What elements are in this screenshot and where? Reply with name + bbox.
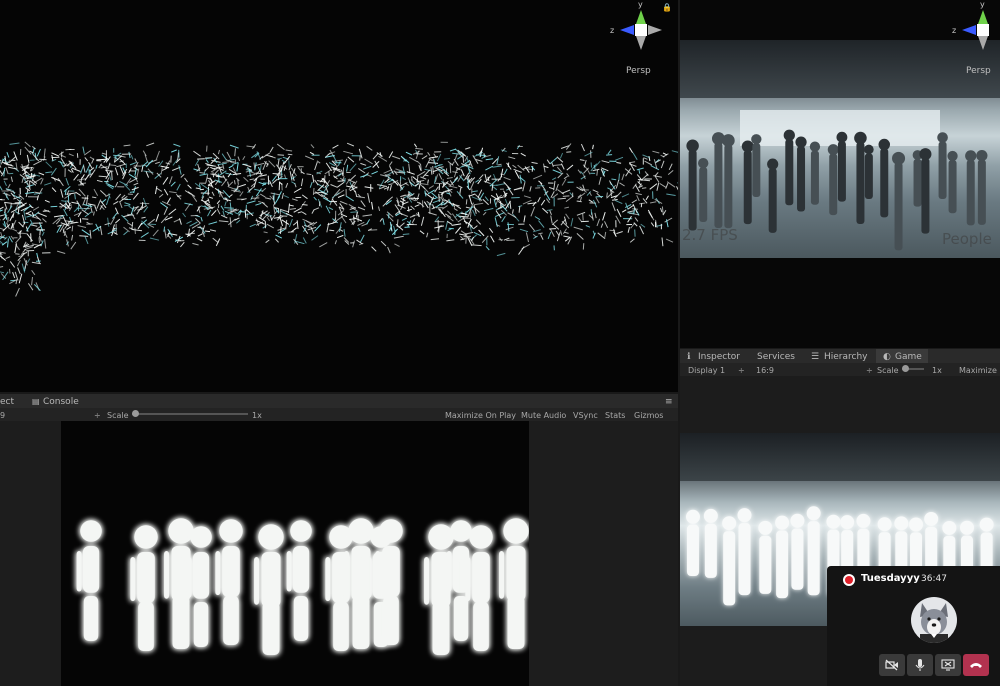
avatar bbox=[911, 597, 957, 643]
call-timer: 36:47 bbox=[921, 574, 947, 584]
scale-label-right: Scale bbox=[877, 366, 899, 375]
call-widget[interactable]: Tuesdayyy 36:47 bbox=[827, 566, 1000, 686]
tab-services[interactable]: Services bbox=[757, 352, 795, 362]
end-call-icon bbox=[970, 663, 982, 668]
gizmo-z-label: z bbox=[610, 26, 615, 35]
mute-audio-button[interactable]: Mute Audio bbox=[521, 411, 566, 420]
list-icon: ☰ bbox=[811, 352, 820, 362]
glowing-figures bbox=[76, 518, 529, 655]
call-title: Tuesdayyy bbox=[861, 573, 920, 584]
recording-indicator bbox=[843, 574, 855, 586]
tab-console[interactable]: Console bbox=[43, 397, 79, 407]
scale-slider[interactable] bbox=[132, 410, 248, 417]
dropdown-arrow-icon: ÷ bbox=[94, 411, 101, 420]
orientation-gizmo-right[interactable]: y z bbox=[950, 0, 1000, 60]
microphone-button[interactable] bbox=[907, 654, 933, 676]
video-off-button[interactable] bbox=[879, 654, 905, 676]
video-plane: 2.7 FPS People bbox=[680, 40, 1000, 258]
maximize-on-play-button[interactable]: Maximize On Play bbox=[445, 411, 516, 420]
vsync-button[interactable]: VSync bbox=[573, 411, 598, 420]
aspect-dropdown-right[interactable]: 16:9 bbox=[756, 366, 774, 375]
gizmo-y-label: y bbox=[638, 0, 643, 9]
gizmo-y-label-right: y bbox=[980, 0, 985, 9]
stats-button[interactable]: Stats bbox=[605, 411, 625, 420]
end-call-button[interactable] bbox=[963, 654, 989, 676]
wolf-avatar-icon bbox=[920, 603, 948, 643]
scene-view-right[interactable]: 2.7 FPS People y z Persp bbox=[680, 0, 1000, 348]
scale-slider-right[interactable] bbox=[902, 365, 924, 372]
gizmos-button[interactable]: Gizmos bbox=[634, 411, 663, 420]
particle-figures bbox=[0, 141, 678, 297]
tab-inspector[interactable]: Inspector bbox=[698, 352, 740, 362]
scale-label: Scale bbox=[107, 411, 129, 420]
maximize-button-right[interactable]: Maximize bbox=[959, 366, 997, 375]
dropdown-arrow-icon: ÷ bbox=[866, 366, 873, 375]
game-view-left[interactable] bbox=[61, 421, 529, 686]
aspect-dropdown[interactable]: 9 bbox=[0, 411, 5, 420]
lock-icon[interactable]: 🔒 bbox=[662, 3, 672, 12]
info-icon: ℹ bbox=[687, 352, 691, 362]
gizmo-z-label-right: z bbox=[952, 26, 957, 35]
recording-dot bbox=[845, 576, 853, 584]
scale-value: 1x bbox=[252, 411, 262, 420]
share-screen-icon bbox=[941, 659, 955, 671]
scale-slider-thumb[interactable] bbox=[132, 410, 139, 417]
panel-menu-icon[interactable]: ≡ bbox=[665, 397, 673, 407]
video-off-icon bbox=[885, 659, 898, 671]
scene-view-left[interactable]: y z 🔒 Persp bbox=[0, 0, 678, 392]
tab-game[interactable]: Game bbox=[895, 352, 922, 362]
projection-label[interactable]: Persp bbox=[626, 66, 651, 76]
microphone-icon bbox=[915, 659, 925, 671]
tab-hierarchy[interactable]: Hierarchy bbox=[824, 352, 868, 362]
console-icon: ▤ bbox=[32, 397, 40, 406]
fps-overlay: 2.7 FPS bbox=[682, 226, 738, 244]
share-screen-button[interactable] bbox=[935, 654, 961, 676]
left-game-toolbar: 9 ÷ Scale 1x Maximize On Play Mute Audio… bbox=[0, 408, 678, 421]
people-overlay: People bbox=[942, 230, 992, 248]
projection-label-right[interactable]: Persp bbox=[966, 66, 991, 76]
scale-slider-thumb-right[interactable] bbox=[902, 365, 909, 372]
scale-value-right: 1x bbox=[932, 366, 942, 375]
left-tab-bar: ect ▤ Console ≡ bbox=[0, 394, 678, 408]
tab-project[interactable]: ect bbox=[0, 397, 14, 407]
right-game-toolbar: Display 1 ÷ 16:9 ÷ Scale 1x Maximize bbox=[680, 363, 1000, 376]
display-dropdown[interactable]: Display 1 bbox=[688, 366, 725, 375]
dropdown-arrow-icon: ÷ bbox=[738, 366, 745, 375]
game-icon: ◐ bbox=[883, 352, 891, 362]
right-tab-bar: ℹ Inspector Services ☰ Hierarchy ◐ Game bbox=[680, 349, 1000, 363]
orientation-gizmo[interactable]: y z bbox=[608, 0, 668, 60]
